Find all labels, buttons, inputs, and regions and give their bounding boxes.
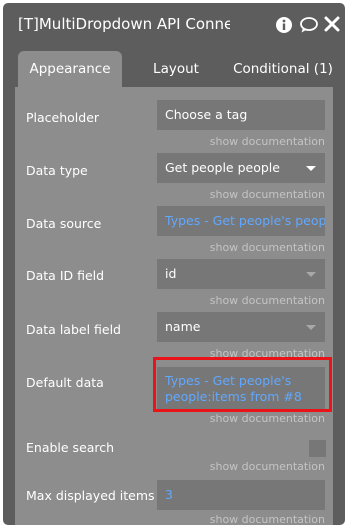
appearance-content: Placeholder Choose a tag show documentat…	[15, 87, 333, 525]
show-documentation-link[interactable]: show documentation	[210, 460, 325, 473]
tab-layout[interactable]: Layout	[145, 51, 207, 87]
enable-search-label: Enable search	[26, 440, 115, 455]
show-documentation-link[interactable]: show documentation	[210, 241, 325, 254]
tab-appearance[interactable]: Appearance	[18, 51, 122, 87]
comment-icon[interactable]	[299, 16, 318, 34]
data-id-field-value: id	[165, 266, 177, 281]
show-documentation-link[interactable]: show documentation	[210, 294, 325, 307]
data-source-expression[interactable]: Types - Get people's people	[157, 206, 325, 236]
panel-header: [T]MultiDropdown API Connector	[3, 3, 345, 48]
show-documentation-link[interactable]: show documentation	[210, 135, 325, 148]
data-label-field-value: name	[165, 319, 201, 334]
chevron-down-icon	[306, 325, 316, 330]
placeholder-label: Placeholder	[26, 110, 100, 125]
data-type-dropdown[interactable]: Get people people	[157, 153, 325, 183]
panel-title: [T]MultiDropdown API Connector	[18, 15, 230, 33]
placeholder-input[interactable]: Choose a tag	[157, 100, 325, 130]
close-icon[interactable]	[324, 16, 342, 34]
data-label-field-label: Data label field	[26, 322, 121, 337]
highlight-box	[153, 357, 332, 412]
show-documentation-link[interactable]: show documentation	[210, 412, 325, 425]
data-id-field-label: Data ID field	[26, 268, 105, 283]
tab-conditional[interactable]: Conditional (1)	[231, 51, 335, 87]
tab-bar: Appearance Layout Conditional (1)	[3, 51, 345, 87]
enable-search-checkbox[interactable]	[309, 440, 326, 457]
max-displayed-items-label: Max displayed items	[26, 488, 155, 503]
data-type-value: Get people people	[165, 160, 280, 175]
property-editor-panel: [T]MultiDropdown API Connector Appearanc…	[3, 3, 345, 525]
show-documentation-link[interactable]: show documentation	[210, 188, 325, 201]
max-displayed-items-input[interactable]: 3	[157, 480, 325, 510]
info-icon[interactable]	[275, 16, 293, 34]
chevron-down-icon	[306, 272, 316, 277]
default-data-label: Default data	[26, 375, 104, 390]
data-type-label: Data type	[26, 163, 88, 178]
data-label-field-dropdown[interactable]: name	[157, 312, 325, 342]
data-id-field-dropdown[interactable]: id	[157, 259, 325, 289]
data-source-label: Data source	[26, 216, 102, 231]
chevron-down-icon	[306, 166, 316, 171]
show-documentation-link[interactable]: show documentation	[210, 513, 325, 525]
